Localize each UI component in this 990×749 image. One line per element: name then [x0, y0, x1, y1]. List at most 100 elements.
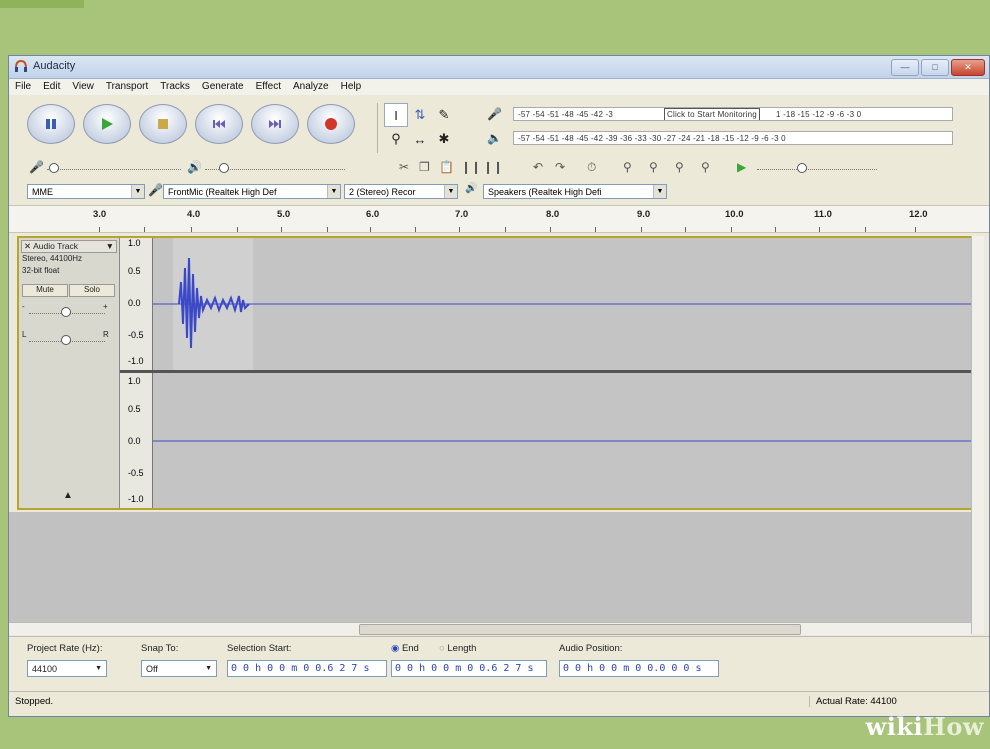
transport-toolbar: [27, 104, 355, 144]
chevron-down-icon: ▼: [327, 185, 340, 198]
chevron-down-icon: ▼: [95, 665, 102, 672]
menu-edit[interactable]: Edit: [37, 79, 66, 95]
start-monitoring-button[interactable]: Click to Start Monitoring: [664, 107, 760, 120]
play-at-speed-button[interactable]: ▶: [737, 160, 746, 174]
output-volume-slider[interactable]: [205, 160, 345, 174]
trim-button[interactable]: ❙❙: [461, 160, 481, 174]
stop-icon: [158, 119, 168, 129]
audio-position-field[interactable]: 0 0 h 0 0 m 0 0.0 0 0 s: [559, 660, 719, 677]
cut-button[interactable]: ✂: [399, 160, 409, 174]
selection-end-field[interactable]: 0 0 h 0 0 m 0 0.6 2 7 s: [391, 660, 547, 677]
snap-to-select[interactable]: Off ▼: [141, 660, 217, 677]
y-label: 0.0: [128, 298, 141, 308]
envelope-icon: ⇅: [414, 107, 426, 122]
ruler-label: 8.0: [546, 209, 560, 220]
chevron-down-icon: ▼: [131, 185, 144, 198]
record-meter[interactable]: 🎤 -57 -54 -51 -48 -45 -42 -3 Click to St…: [487, 105, 953, 122]
track-name-menu[interactable]: ✕ Audio Track ▼: [21, 240, 117, 253]
menu-view[interactable]: View: [66, 79, 100, 95]
menu-help[interactable]: Help: [335, 79, 368, 95]
snap-to-value: Off: [146, 664, 158, 674]
record-meter-scale-right: 1 -18 -15 -12 -9 -6 -3 0: [776, 109, 862, 119]
timeshift-tool-button[interactable]: ↔: [408, 127, 432, 151]
audio-track[interactable]: ✕ Audio Track ▼ Stereo, 44100Hz 32-bit flo…: [17, 236, 973, 510]
menu-generate[interactable]: Generate: [196, 79, 250, 95]
undo-button[interactable]: ↶: [533, 160, 543, 174]
ruler-label: 10.0: [725, 209, 744, 220]
radio-checked-icon: ◉: [391, 643, 400, 654]
menu-transport[interactable]: Transport: [100, 79, 154, 95]
playback-meter[interactable]: 🔈 -57 -54 -51 -48 -45 -42 -39 -36 -33 -3…: [487, 129, 953, 146]
project-rate-value: 44100: [32, 664, 58, 674]
end-radio[interactable]: ◉ End: [391, 643, 419, 654]
zoom-out-button[interactable]: ⚲: [649, 160, 658, 174]
skip-start-icon: [213, 120, 225, 128]
fit-project-button[interactable]: ⚲: [701, 160, 710, 174]
pan-slider[interactable]: [29, 332, 105, 346]
record-button[interactable]: [307, 104, 355, 144]
audio-position-label: Audio Position:: [559, 643, 623, 654]
gain-minus-label: -: [22, 302, 25, 311]
pause-button[interactable]: [27, 104, 75, 144]
selection-toolbar: Project Rate (Hz): 44100 ▼ Snap To: Off ▼ …: [9, 636, 989, 689]
ruler-label: 3.0: [93, 209, 107, 220]
stop-button[interactable]: [139, 104, 187, 144]
output-device-select[interactable]: Speakers (Realtek High Defi ▼: [483, 184, 667, 199]
input-device-select[interactable]: FrontMic (Realtek High Def ▼: [163, 184, 341, 199]
length-radio[interactable]: ○ Length: [439, 643, 476, 654]
envelope-tool-button[interactable]: ⇅: [408, 103, 432, 127]
empty-track-area[interactable]: [9, 512, 971, 622]
output-device-value: Speakers (Realtek High Defi: [488, 187, 602, 197]
zoom-tool-button[interactable]: ⚲: [384, 127, 408, 151]
solo-button[interactable]: Solo: [69, 284, 115, 297]
close-track-icon[interactable]: ✕: [22, 241, 33, 251]
track-control-panel: ✕ Audio Track ▼ Stereo, 44100Hz 32-bit flo…: [19, 238, 120, 508]
paste-button[interactable]: 📋: [439, 160, 454, 174]
gain-slider[interactable]: [29, 304, 105, 318]
skip-end-button[interactable]: [251, 104, 299, 144]
fit-selection-button[interactable]: ⚲: [675, 160, 684, 174]
silence-button[interactable]: ❙❙: [483, 160, 503, 174]
menu-analyze[interactable]: Analyze: [287, 79, 335, 95]
sync-lock-button[interactable]: ⏱: [587, 160, 596, 175]
timeline-ruler[interactable]: 3.0 4.0 5.0 6.0 7.0 8.0 9.0 10.0 11.0 12…: [9, 205, 989, 233]
playback-speed-slider[interactable]: [757, 160, 877, 174]
minimize-button[interactable]: —: [891, 59, 919, 76]
snap-to-label: Snap To:: [141, 643, 179, 654]
audio-host-select[interactable]: MME ▼: [27, 184, 145, 199]
horizontal-scroll-thumb[interactable]: [359, 624, 801, 635]
selection-tool-button[interactable]: I: [384, 103, 408, 127]
draw-tool-button[interactable]: ✎: [432, 103, 456, 127]
track-name: Audio Track: [33, 241, 79, 251]
vertical-scrollbar[interactable]: [971, 236, 984, 634]
y-label: -0.5: [128, 330, 144, 340]
waveform[interactable]: [153, 238, 971, 508]
play-button[interactable]: [83, 104, 131, 144]
y-label: -1.0: [128, 356, 144, 366]
project-rate-select[interactable]: 44100 ▼: [27, 660, 107, 677]
headphones-icon: [15, 60, 27, 72]
selection-start-field[interactable]: 0 0 h 0 0 m 0 0.6 2 7 s: [227, 660, 387, 677]
input-channels-select[interactable]: 2 (Stereo) Recor ▼: [344, 184, 458, 199]
close-button[interactable]: ✕: [951, 59, 985, 76]
input-volume-slider[interactable]: [47, 160, 181, 174]
redo-button[interactable]: ↷: [555, 160, 565, 174]
menu-effect[interactable]: Effect: [250, 79, 287, 95]
multi-tool-button[interactable]: ✱: [432, 127, 456, 151]
end-radio-label: End: [401, 643, 419, 654]
chevron-down-icon: ▼: [444, 185, 457, 198]
skip-start-button[interactable]: [195, 104, 243, 144]
menu-file[interactable]: File: [9, 79, 37, 95]
timeshift-icon: ↔: [413, 131, 427, 147]
ruler-label: 5.0: [277, 209, 291, 220]
maximize-button[interactable]: □: [921, 59, 949, 76]
window-title: Audacity: [33, 60, 76, 72]
copy-button[interactable]: ❐: [419, 160, 430, 174]
collapse-track-icon[interactable]: ▲: [63, 490, 73, 501]
zoom-in-button[interactable]: ⚲: [623, 160, 632, 174]
menu-tracks[interactable]: Tracks: [154, 79, 196, 95]
y-label: 1.0: [128, 238, 141, 248]
mic-device-icon: 🎤: [148, 183, 163, 197]
mute-button[interactable]: Mute: [22, 284, 68, 297]
horizontal-scrollbar[interactable]: [9, 622, 971, 635]
